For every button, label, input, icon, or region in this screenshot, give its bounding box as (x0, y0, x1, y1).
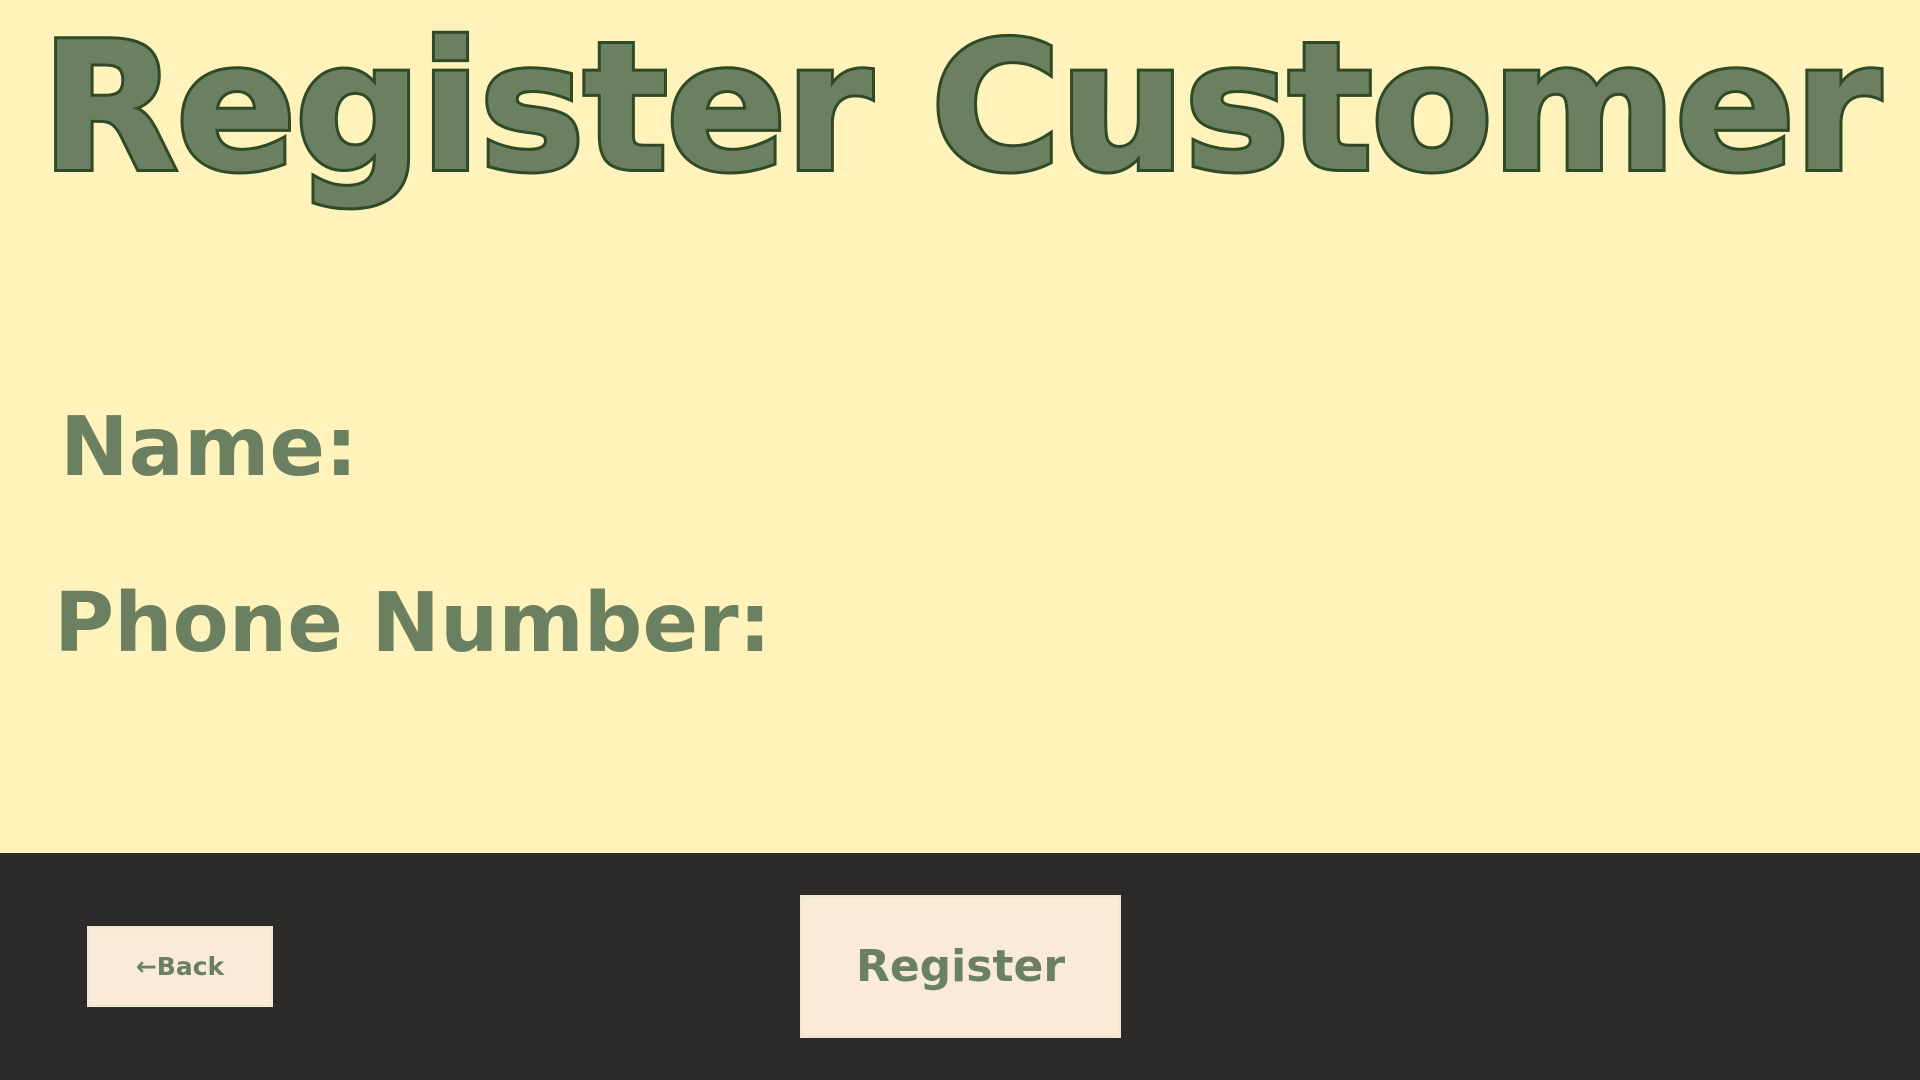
register-button[interactable]: Register (800, 895, 1121, 1038)
phone-number-label: Phone Number: (54, 576, 772, 671)
name-label: Name: (60, 400, 358, 495)
phone-number-input[interactable] (680, 579, 1874, 671)
back-button[interactable]: ←Back (87, 926, 273, 1007)
page-title: Register Customer (38, 4, 1884, 211)
name-input[interactable] (330, 403, 1874, 495)
